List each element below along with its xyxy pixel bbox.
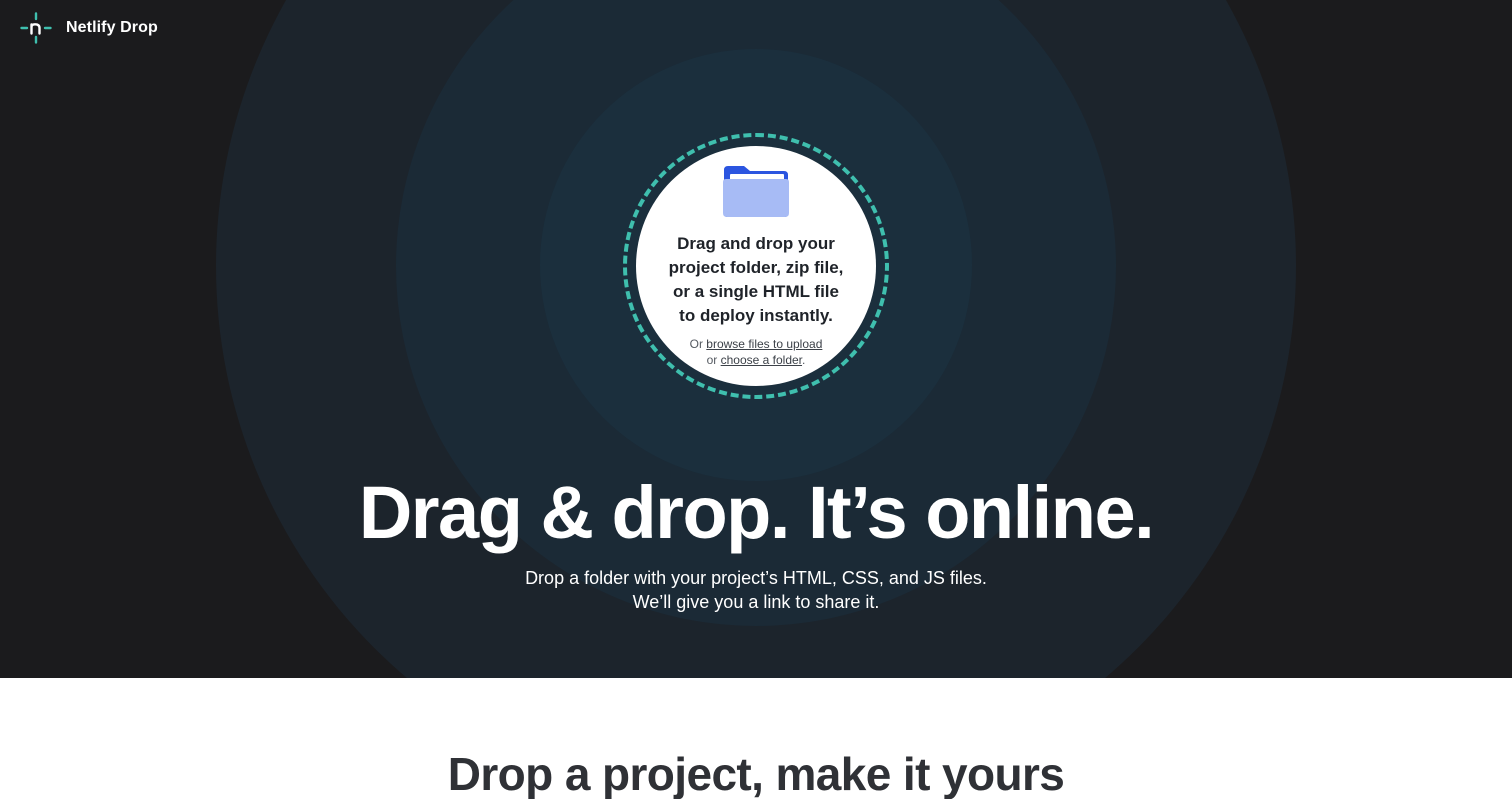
hero-subheadline-line: Drop a folder with your project’s HTML, … <box>525 568 987 588</box>
drop-instructions-line: project folder, zip file, <box>668 258 844 277</box>
browse-files-link[interactable]: browse files to upload <box>706 337 822 351</box>
hero-headline: Drag & drop. It’s online. <box>358 471 1155 554</box>
or-text: Or <box>689 337 707 351</box>
drop-instructions-line: Drag and drop your <box>677 234 835 253</box>
drop-zone[interactable]: Drag and drop your project folder, zip f… <box>623 133 889 399</box>
brand-name[interactable]: Netlify Drop <box>66 19 158 37</box>
folder-icon <box>723 166 789 217</box>
drop-instructions: Drag and drop your project folder, zip f… <box>661 232 851 328</box>
drop-zone-content: Drag and drop your project folder, zip f… <box>636 146 876 386</box>
top-bar: Netlify Drop <box>20 12 158 44</box>
drop-instructions-line: to deploy instantly. <box>679 306 833 325</box>
choose-folder-link[interactable]: choose a folder <box>721 353 802 367</box>
upload-options: Or browse files to upload or choose a fo… <box>690 336 823 368</box>
hero-section: Netlify Drop Drag and drop your project … <box>0 0 1512 678</box>
drop-instructions-line: or a single HTML file <box>673 282 839 301</box>
hero-subheadline: Drop a folder with your project’s HTML, … <box>0 566 1512 614</box>
period-text: . <box>802 353 806 367</box>
hero-subheadline-line: We’ll give you a link to share it. <box>632 592 880 612</box>
or-text: or <box>706 353 721 367</box>
netlify-logo-icon[interactable] <box>20 12 52 44</box>
section-title: Drop a project, make it yours <box>447 748 1065 799</box>
